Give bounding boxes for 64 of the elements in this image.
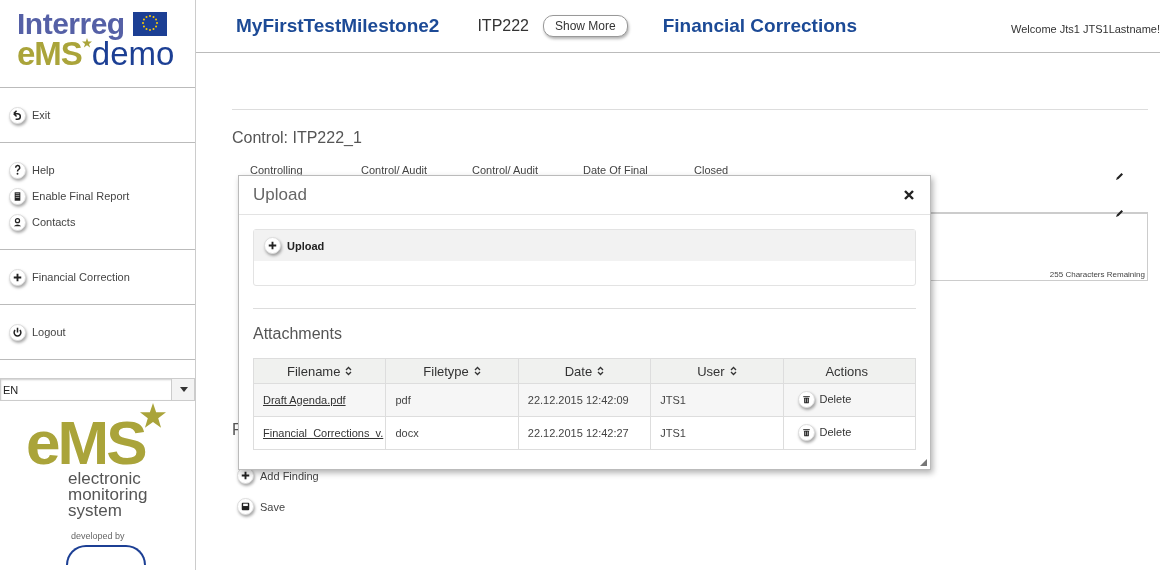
sort-icon xyxy=(345,365,353,376)
pencil-icon[interactable] xyxy=(1115,209,1124,218)
sidebar-item[interactable]: Help xyxy=(9,161,195,179)
sort-icon xyxy=(729,365,737,376)
column-header: Actions xyxy=(783,358,916,384)
trash-icon xyxy=(797,390,815,408)
section-heading: Control: ITP222_1 xyxy=(232,129,363,147)
question-mark-icon xyxy=(9,161,26,179)
plus-icon xyxy=(9,268,26,286)
project-code: ITP222 xyxy=(477,17,529,35)
action-button[interactable]: Save xyxy=(237,498,286,515)
column-header[interactable]: User xyxy=(650,358,784,384)
character-counter: 255 Characters Remaining xyxy=(1049,270,1145,279)
table-cell: JTS1 xyxy=(650,416,784,450)
trash-icon xyxy=(797,423,815,441)
plus-icon xyxy=(264,237,281,254)
sidebar-item[interactable]: Financial Correction xyxy=(9,268,195,286)
table-cell: docx xyxy=(385,416,519,450)
close-icon[interactable] xyxy=(904,190,914,200)
table-cell: 22.12.2015 12:42:27 xyxy=(518,416,651,450)
person-icon xyxy=(9,213,26,231)
partner-logo-icon xyxy=(66,545,146,565)
sidebar-item[interactable]: Contacts xyxy=(9,213,195,231)
show-more-button[interactable]: Show More xyxy=(543,15,628,37)
file-link[interactable]: Draft Agenda.pdf xyxy=(263,394,346,406)
table-cell: 22.12.2015 12:42:09 xyxy=(518,383,651,417)
brand-logo-text: eMS xyxy=(26,415,145,471)
caret-icon xyxy=(180,387,188,392)
sort-icon xyxy=(597,365,605,376)
upload-button[interactable]: Upload xyxy=(264,237,325,254)
power-icon xyxy=(9,323,26,341)
column-header: Control/ Audit xyxy=(360,164,429,176)
welcome-text: Welcome Jts1 JTS1Lastname! xyxy=(1011,23,1160,35)
sort-icon xyxy=(473,365,481,376)
logo-text: eMS xyxy=(17,38,82,70)
resize-grip-icon[interactable] xyxy=(920,459,927,466)
file-link[interactable]: Financial_Corrections_v. xyxy=(263,427,384,439)
column-header: Closed xyxy=(693,164,730,176)
tagline-text: system xyxy=(68,503,122,519)
pencil-icon[interactable] xyxy=(1115,172,1124,181)
column-header[interactable]: Filetype xyxy=(385,358,519,384)
language-select[interactable]: EN xyxy=(0,378,195,401)
tagline-text: monitoring xyxy=(68,487,148,503)
column-header: Date Of Final xyxy=(582,164,649,176)
project-title: MyFirstTestMilestone2 xyxy=(236,15,440,37)
sidebar-item[interactable]: Logout xyxy=(9,323,195,341)
logo-text: Interreg xyxy=(17,10,125,38)
table-cell: pdf xyxy=(385,383,519,417)
developed-by-text: developed by xyxy=(70,530,125,541)
save-icon xyxy=(237,498,254,515)
column-header: Control/ Audit xyxy=(471,164,540,176)
page-title: Financial Corrections xyxy=(662,15,857,37)
column-header: Controlling xyxy=(249,164,304,176)
dialog-title: Upload xyxy=(253,185,307,205)
column-header[interactable]: Date xyxy=(518,358,651,384)
tagline-text: electronic xyxy=(68,471,142,487)
section-heading: Attachments xyxy=(253,325,343,343)
table-cell: JTS1 xyxy=(650,383,784,417)
eu-flag-icon xyxy=(132,12,167,36)
sidebar-item[interactable]: Exit xyxy=(9,106,195,124)
sidebar-item[interactable]: Enable Final Report xyxy=(9,187,195,205)
book-icon xyxy=(9,187,26,205)
column-header[interactable]: Filename xyxy=(253,358,386,384)
star-icon xyxy=(81,38,92,48)
